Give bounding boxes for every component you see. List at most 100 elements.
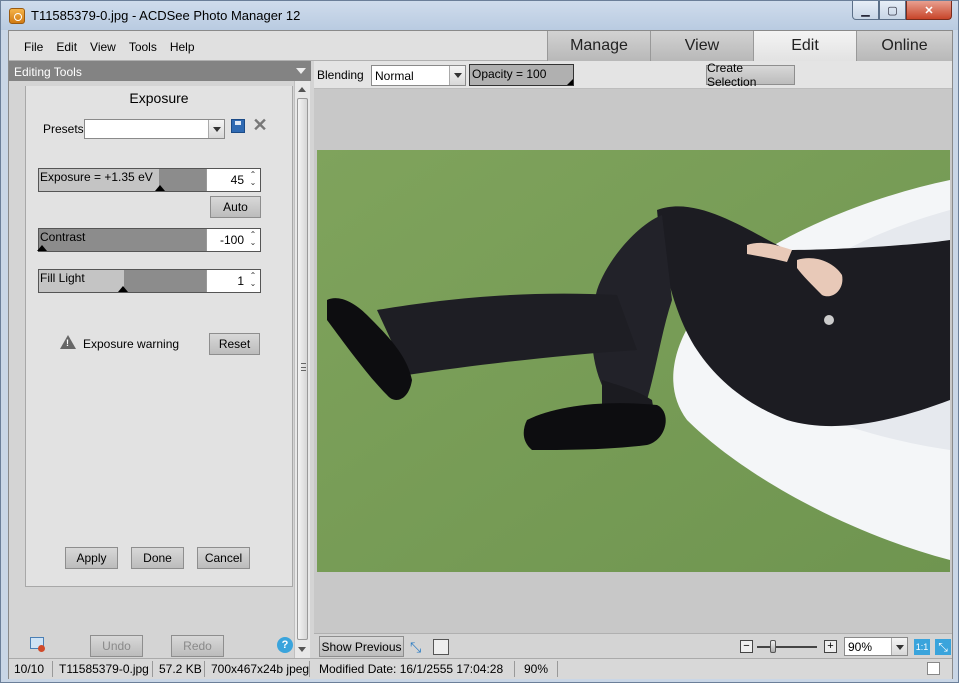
- menu-help[interactable]: Help: [170, 40, 195, 54]
- tool-title: Exposure: [129, 90, 189, 106]
- done-button[interactable]: Done: [131, 547, 184, 569]
- window-controls: ▁ ▢ ✕: [852, 1, 952, 21]
- status-separator: [557, 661, 558, 677]
- scrollbar-thumb[interactable]: [297, 98, 308, 640]
- histogram-icon[interactable]: [433, 639, 449, 655]
- menu-edit[interactable]: Edit: [56, 40, 77, 54]
- menu-bar: File Edit View Tools Help Manage View Ed…: [9, 31, 952, 61]
- warning-icon[interactable]: [60, 335, 76, 349]
- contrast-spinbox[interactable]: -100 ⌃ ⌄: [206, 229, 260, 251]
- client-area: File Edit View Tools Help Manage View Ed…: [8, 30, 953, 679]
- zoom-slider-thumb[interactable]: [770, 640, 776, 653]
- menu-file[interactable]: File: [24, 40, 43, 54]
- editing-tools-panel: Editing Tools Exposure Presets ✕ Exposur…: [9, 61, 311, 658]
- status-dimensions: 700x467x24b jpeg: [211, 662, 310, 676]
- apply-button[interactable]: Apply: [65, 547, 118, 569]
- status-bar: 10/10 T11585379-0.jpg 57.2 KB 700x467x24…: [9, 658, 952, 679]
- spin-arrows-icon[interactable]: ⌃ ⌄: [249, 272, 257, 288]
- fill-light-value: 1: [237, 274, 244, 288]
- contrast-value: -100: [219, 233, 244, 247]
- close-icon: ✕: [924, 4, 934, 17]
- panel-header[interactable]: Editing Tools: [9, 61, 311, 81]
- status-separator: [309, 661, 310, 677]
- exposure-slider-thumb[interactable]: [155, 185, 165, 191]
- app-window: T11585379-0.jpg - ACDSee Photo Manager 1…: [0, 0, 959, 683]
- fill-light-spinbox[interactable]: 1 ⌃ ⌄: [206, 270, 260, 292]
- reset-button[interactable]: Reset: [209, 333, 260, 355]
- exposure-warning-label[interactable]: Exposure warning: [83, 337, 179, 351]
- undo-button[interactable]: Undo: [90, 635, 143, 657]
- blending-label: Blending: [317, 68, 364, 82]
- zoom-track[interactable]: [757, 646, 817, 648]
- fill-light-slider[interactable]: Fill Light 1 ⌃ ⌄: [38, 269, 261, 293]
- panel-dropdown-icon[interactable]: [296, 68, 306, 74]
- tab-manage[interactable]: Manage: [547, 31, 650, 61]
- status-filesize: 57.2 KB: [159, 662, 202, 676]
- opacity-slider[interactable]: Opacity = 100: [469, 64, 574, 86]
- chevron-down-icon[interactable]: [208, 120, 224, 138]
- exposure-spinbox[interactable]: 45 ⌃ ⌄: [206, 169, 260, 191]
- menu-view[interactable]: View: [90, 40, 116, 54]
- maximize-button[interactable]: ▢: [879, 1, 906, 20]
- view-footer: Show Previous ⤡ − + 90% 1:1 ⤡: [314, 633, 952, 658]
- chevron-down-icon[interactable]: [449, 66, 465, 85]
- contrast-slider-thumb[interactable]: [37, 245, 47, 251]
- tab-view[interactable]: View: [650, 31, 753, 61]
- app-icon[interactable]: [9, 8, 25, 24]
- auto-button[interactable]: Auto: [210, 196, 261, 218]
- exposure-tool: Exposure Presets ✕ Exposure = +1.35 eV 4…: [25, 86, 293, 587]
- redo-button[interactable]: Redo: [171, 635, 224, 657]
- status-position: 10/10: [14, 662, 45, 676]
- panel-scrollbar[interactable]: [294, 81, 310, 658]
- presets-label: Presets: [43, 122, 84, 136]
- zoom-in-icon[interactable]: +: [824, 640, 837, 653]
- spin-arrows-icon[interactable]: ⌃ ⌄: [249, 231, 257, 247]
- actual-size-icon[interactable]: 1:1: [914, 639, 930, 655]
- spin-arrows-icon[interactable]: ⌃ ⌄: [249, 171, 257, 187]
- status-checkbox[interactable]: [927, 662, 940, 675]
- zoom-select[interactable]: 90%: [844, 637, 908, 656]
- opacity-label: Opacity = 100: [472, 67, 547, 81]
- scroll-down-icon[interactable]: [298, 647, 306, 652]
- exposure-slider[interactable]: Exposure = +1.35 eV 45 ⌃ ⌄: [38, 168, 261, 192]
- exposure-value: 45: [230, 173, 244, 187]
- title-bar[interactable]: T11585379-0.jpg - ACDSee Photo Manager 1…: [1, 1, 958, 30]
- blending-value: Normal: [375, 69, 414, 83]
- minimize-icon: ▁: [861, 4, 870, 17]
- status-separator: [204, 661, 205, 677]
- photo-image: [317, 150, 950, 572]
- create-selection-button[interactable]: Create Selection: [706, 61, 795, 89]
- contrast-slider[interactable]: Contrast -100 ⌃ ⌄: [37, 228, 261, 252]
- tab-online[interactable]: Online: [856, 31, 952, 61]
- fit-screen-icon[interactable]: ⤡: [410, 639, 426, 655]
- image-view-panel: Blending Normal Opacity = 100 Create Sel…: [314, 61, 952, 658]
- delete-preset-icon[interactable]: ✕: [251, 116, 269, 134]
- fill-light-label: Fill Light: [40, 271, 85, 285]
- zoom-value: 90%: [848, 640, 873, 654]
- save-preset-icon[interactable]: [231, 119, 245, 133]
- show-previous-button[interactable]: Show Previous: [319, 636, 404, 657]
- zoom-out-icon[interactable]: −: [740, 640, 753, 653]
- status-zoom: 90%: [524, 662, 549, 676]
- photo-canvas[interactable]: [317, 150, 950, 572]
- menu-tools[interactable]: Tools: [129, 40, 157, 54]
- cancel-button[interactable]: Cancel: [197, 547, 250, 569]
- presets-select[interactable]: [84, 119, 225, 139]
- blending-select[interactable]: Normal: [371, 65, 466, 86]
- close-button[interactable]: ✕: [906, 1, 952, 20]
- status-filename: T11585379-0.jpg: [59, 662, 149, 676]
- panel-title: Editing Tools: [14, 65, 82, 79]
- fit-window-icon[interactable]: ⤡: [935, 639, 951, 655]
- maximize-icon: ▢: [887, 4, 898, 17]
- scroll-up-icon[interactable]: [298, 87, 306, 92]
- help-icon[interactable]: ?: [277, 637, 293, 653]
- compare-icon[interactable]: [30, 637, 45, 652]
- fill-light-slider-thumb[interactable]: [118, 286, 128, 292]
- minimize-button[interactable]: ▁: [852, 1, 879, 20]
- chevron-down-icon[interactable]: [891, 638, 907, 655]
- tab-edit[interactable]: Edit: [753, 31, 856, 61]
- status-modified: Modified Date: 16/1/2555 17:04:28: [319, 662, 504, 676]
- grip-icon: [301, 363, 306, 371]
- edit-toolbar: Blending Normal Opacity = 100 Create Sel…: [314, 61, 952, 89]
- window-title: T11585379-0.jpg - ACDSee Photo Manager 1…: [31, 8, 301, 23]
